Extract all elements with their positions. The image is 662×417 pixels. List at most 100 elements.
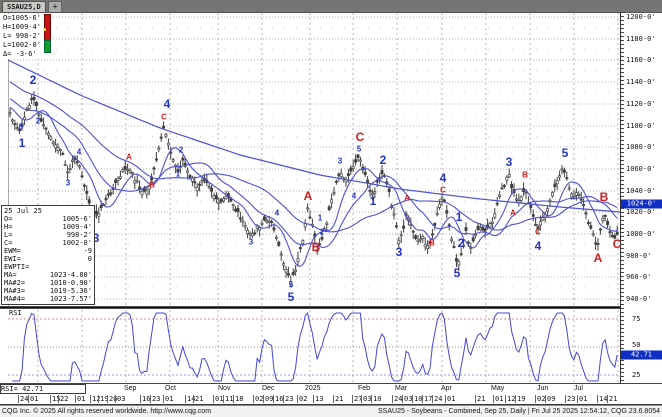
price-tick-label: 1200-0' [626, 13, 656, 21]
wave-label-2: 2 [30, 73, 37, 87]
day-label: 10 [371, 395, 381, 403]
day-label: 02 [297, 395, 307, 403]
price-tick-label: 1100-0' [626, 122, 656, 130]
info-box-row: MA#4=1023-7.57' [4, 295, 92, 303]
wave-label-1: 1 [19, 136, 26, 150]
price-tick-label: 1080-0' [626, 143, 656, 151]
price-tick-label: 1160-0' [626, 56, 656, 64]
wave-label-2: 2 [36, 117, 40, 126]
quote-open: O=1005-6' [3, 14, 41, 23]
wave-label-4: 4 [164, 97, 171, 111]
month-label: Nov [218, 385, 230, 392]
wave-label-3: 3 [66, 179, 70, 188]
wave-label-A: A [594, 251, 603, 265]
last-price-marker: 1024-0' [621, 200, 662, 209]
wave-label-2: 2 [320, 228, 324, 237]
quote-change: Δ= -3-6' [3, 50, 41, 59]
wave-label-A: A [510, 209, 516, 218]
current-bar-open-dot [43, 28, 46, 31]
rsi-tick-label: 50 [632, 341, 640, 349]
price-tick-label: 1060-0' [626, 165, 656, 173]
rsi-value-marker: 42.71 [621, 351, 662, 360]
chart-plot-area[interactable] [0, 0, 662, 405]
day-label: 16 [273, 395, 283, 403]
wave-label-B: B [600, 190, 609, 204]
month-label: Jun [537, 385, 548, 392]
price-axis-ticks[interactable] [621, 12, 624, 383]
day-label: 03 [361, 395, 371, 403]
wave-label-B: B [429, 239, 435, 248]
info-box-row: MA#2=1010-0.90' [4, 279, 92, 287]
month-label: Jul [574, 385, 583, 392]
wave-label-5: 5 [454, 266, 461, 280]
day-label: 21 [333, 395, 343, 403]
price-tick-label: 960-0' [626, 273, 651, 281]
day-label: 01 [163, 395, 173, 403]
day-label: 02 [253, 395, 263, 403]
status-bar: CQG Inc. © 2025 All rights reserved worl… [0, 405, 662, 417]
wave-label-C: C [356, 130, 365, 144]
info-box-row: O=1005-6' [4, 215, 92, 223]
wave-label-3: 3 [506, 155, 513, 169]
day-label: 01 [75, 395, 85, 403]
quote-high: H=1009-4' [3, 23, 41, 32]
wave-label-4: 4 [77, 148, 81, 157]
month-label: Dec [262, 385, 274, 392]
day-label: 24 [432, 395, 442, 403]
day-label: 09 [263, 395, 273, 403]
day-label: 01 [493, 395, 503, 403]
wave-label-3: 3 [249, 238, 253, 247]
rsi-tick-label: 25 [632, 371, 640, 379]
wave-label-A: A [304, 189, 313, 203]
month-label: Oct [165, 385, 176, 392]
info-box-row: H=1009-4' [4, 223, 92, 231]
day-label: 01 [445, 395, 455, 403]
day-label: 19 [515, 395, 525, 403]
info-box-date: 25 Jul 25 [4, 207, 92, 215]
time-axis-months[interactable]: AugSepOctNovDec2025FebMarAprMayJunJul [0, 384, 662, 394]
day-label: 16 [140, 395, 150, 403]
day-label: 14 [597, 395, 607, 403]
wave-label-3: 3 [338, 157, 342, 166]
day-label: 22 [58, 395, 68, 403]
quote-last: L=1002-0' [3, 41, 41, 50]
price-tick-label: 980-0' [626, 252, 651, 260]
wave-label-C: C [535, 228, 541, 237]
wave-label-5: 5 [289, 281, 293, 290]
info-box-row: C=1002-0' [4, 239, 92, 247]
day-label: 13 [313, 395, 323, 403]
day-label: 23 [283, 395, 293, 403]
wave-label-C: C [613, 237, 622, 251]
wave-label-A: A [404, 194, 410, 203]
rsi-line [12, 313, 617, 381]
time-axis-days[interactable]: 2401152201121926031623011421011118020916… [0, 394, 662, 405]
month-label: Feb [358, 385, 370, 392]
day-label: 18 [233, 395, 243, 403]
price-tick-label: 1040-0' [626, 187, 656, 195]
wave-label-1: 1 [456, 210, 463, 224]
wave-label-5: 5 [288, 290, 295, 304]
contract-info-text: SSAU25 - Soybeans - Combined, Sep 25, Da… [378, 406, 660, 417]
day-label: 10 [412, 395, 422, 403]
rsi-panel-label: RSI [8, 309, 23, 317]
day-label: 21 [475, 395, 485, 403]
day-label: 01 [577, 395, 587, 403]
candlesticks [9, 91, 618, 286]
day-label: 24 [18, 395, 28, 403]
current-bar-green-segment [44, 40, 51, 53]
day-label: 02 [535, 395, 545, 403]
info-box-row: EWM=-9 [4, 247, 92, 255]
wave-label-5: 5 [19, 123, 23, 132]
info-box-row: EWPTI= [4, 263, 92, 271]
wave-label-B: B [149, 181, 155, 190]
wave-label-4: 4 [275, 209, 279, 218]
day-label: 01 [213, 395, 223, 403]
copyright-text: CQG Inc. © 2025 All rights reserved worl… [2, 406, 211, 417]
wave-label-4: 4 [352, 192, 356, 201]
day-label: 23 [565, 395, 575, 403]
rsi-readout-box: RSI= 42.71 [0, 384, 86, 394]
wave-label-4: 4 [535, 239, 542, 253]
day-label: 12 [505, 395, 515, 403]
day-label: 21 [193, 395, 203, 403]
month-label: May [491, 385, 504, 392]
